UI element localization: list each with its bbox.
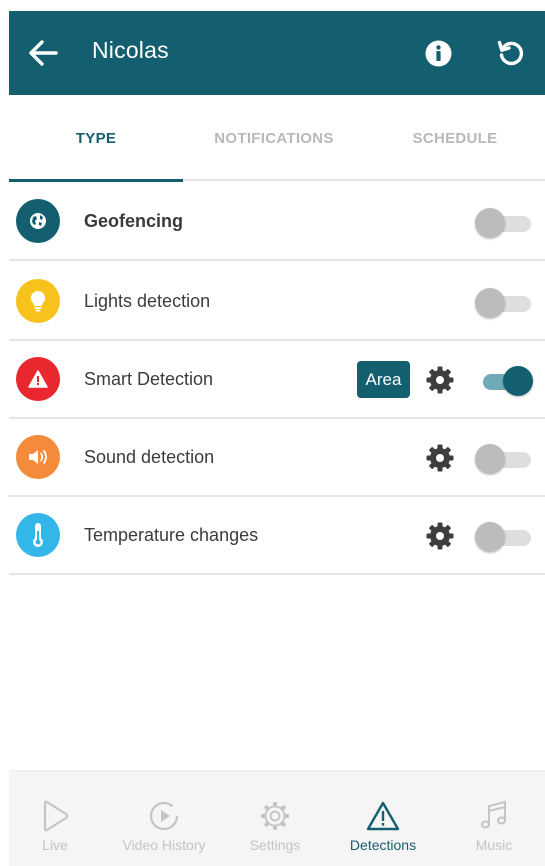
toggle-knob [475,444,505,474]
geofencing-icon-badge [16,199,60,243]
nav-label: Settings [249,837,301,853]
tab-notifications[interactable]: NOTIFICATIONS [183,95,365,181]
smart-detection-toggle[interactable] [475,366,533,396]
gear-icon [426,444,454,472]
lightbulb-icon [30,290,46,312]
detection-label: Smart Detection [84,369,214,389]
refresh-icon [497,40,524,66]
smart-detection-icon-badge [16,357,60,401]
refresh-button[interactable] [495,37,527,69]
detection-label: Sound detection [84,447,215,467]
warning-icon [28,370,48,388]
detection-label: Lights detection [84,291,211,311]
warning-icon [366,797,400,835]
lights-icon-badge [16,279,60,323]
nav-label: Music [475,837,513,853]
gear-icon [426,366,454,394]
detection-row-geofencing: Geofencing [9,183,545,261]
toggle-knob [503,366,533,396]
detection-row-lights: Lights detection [9,263,545,341]
thermometer-icon [33,523,43,547]
detection-row-temperature: Temperature changes [9,497,545,575]
nav-settings[interactable]: Settings [235,771,315,866]
music-note-icon [479,797,509,835]
lights-detection-toggle[interactable] [475,288,533,318]
info-button[interactable] [422,37,454,69]
geofencing-toggle[interactable] [475,208,533,238]
temperature-settings-button[interactable] [423,519,457,553]
globe-icon [30,213,46,229]
temperature-icon-badge [16,513,60,557]
speaker-icon [29,450,47,464]
nav-label: Detections [349,837,417,853]
nav-label: Video History [122,837,206,853]
back-button[interactable] [25,35,61,71]
nav-label: Live [42,837,68,853]
tab-schedule[interactable]: SCHEDULE [365,95,545,181]
area-button[interactable]: Area [357,361,410,398]
sound-detection-settings-button[interactable] [423,441,457,475]
back-arrow-icon [29,40,58,66]
tab-bar: TYPE NOTIFICATIONS SCHEDULE [9,95,545,182]
info-icon [425,40,451,66]
app-header: Nicolas [9,11,545,95]
nav-video-history[interactable]: Video History [109,771,219,866]
detection-row-sound: Sound detection [9,419,545,497]
detection-label: Geofencing [84,211,184,231]
smart-detection-settings-button[interactable] [423,363,457,397]
video-history-icon [148,797,180,835]
app-frame: Nicolas TYPE NOTIFICATIONS SCHEDULE Geof… [9,11,545,866]
tab-type[interactable]: TYPE [9,95,183,181]
nav-live[interactable]: Live [23,771,87,866]
play-icon [41,797,69,835]
detection-row-smart: Smart Detection Area [9,341,545,419]
toggle-knob [475,288,505,318]
gear-icon [426,522,454,550]
nav-detections[interactable]: Detections [335,771,431,866]
page-title: Nicolas [92,37,169,63]
temperature-changes-toggle[interactable] [475,522,533,552]
gear-icon [259,797,291,835]
bottom-navigation: Live Video History Settings Detections M… [9,770,545,866]
detection-label: Temperature changes [84,525,259,545]
toggle-knob [475,208,505,238]
active-tab-indicator [9,179,183,182]
toggle-knob [475,522,505,552]
nav-music[interactable]: Music [461,771,527,866]
sound-detection-toggle[interactable] [475,444,533,474]
sound-detection-icon-badge [16,435,60,479]
